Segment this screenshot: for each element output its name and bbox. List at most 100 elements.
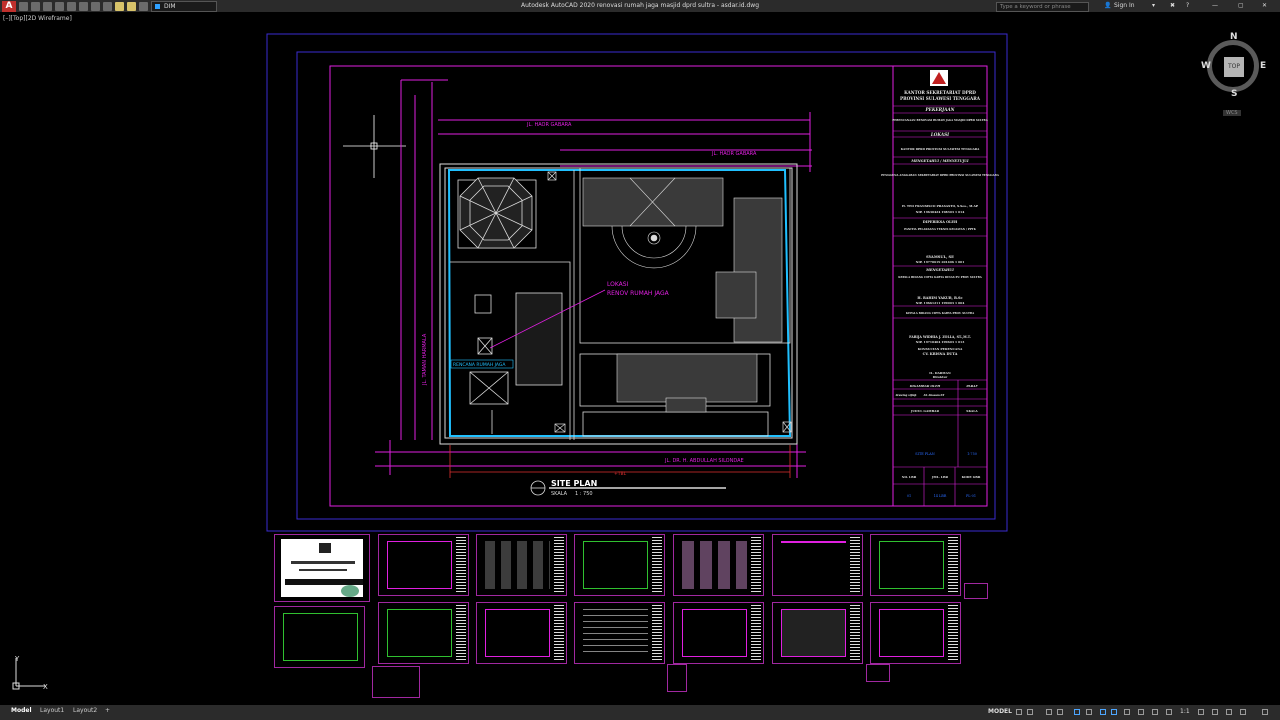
sheet-mini-4[interactable] [866, 664, 890, 682]
compass-south[interactable]: S [1231, 89, 1237, 99]
dynamic-input-icon[interactable] [1100, 709, 1106, 715]
user-icon[interactable]: 👤 [1104, 2, 1111, 9]
customize-menu-icon[interactable] [1262, 709, 1268, 715]
save-icon[interactable] [43, 1, 52, 11]
street-top-label-2: JL. HAOR GABARA [711, 151, 757, 157]
polar-icon[interactable] [1057, 709, 1063, 715]
workspace-gear-icon[interactable] [1198, 709, 1204, 715]
selection-cycling-icon[interactable] [1138, 709, 1144, 715]
share-icon[interactable] [103, 1, 112, 11]
app-menu-button[interactable]: A [2, 0, 16, 12]
dimension-text: +TBL [614, 471, 627, 477]
sheet-05[interactable] [673, 534, 764, 596]
tab-layout2[interactable]: Layout2 [73, 707, 97, 714]
plan-label: RENCANA RUMAH JAGA [453, 362, 506, 368]
tb-judul: JUDUL GAMBAR [910, 409, 939, 413]
quick-access-toolbar: A DIM [0, 0, 217, 12]
model-space-toggle[interactable]: MODEL [988, 708, 1012, 715]
sheet-08[interactable] [274, 606, 365, 668]
open-file-icon[interactable] [31, 1, 40, 11]
snap-icon[interactable] [1027, 709, 1033, 715]
minimize-button[interactable]: — [1212, 2, 1218, 9]
new-file-icon[interactable] [19, 1, 28, 11]
sheet-mini-3[interactable] [667, 664, 687, 692]
sheet-14[interactable] [870, 602, 961, 664]
tb-kode: KODE GBR [962, 475, 981, 479]
wcs-menu[interactable]: WCS [1223, 110, 1241, 116]
layer-dropdown[interactable]: DIM [151, 0, 217, 12]
tab-layout1[interactable]: Layout1 [40, 707, 64, 714]
lineweight-icon[interactable] [1111, 709, 1117, 715]
location-label: LOKASI [607, 281, 629, 288]
tb-konsultan: KONSULTAN PERENCANA [918, 347, 963, 351]
tb-name3: H. RAHIM YAKUB, B.Sc [917, 296, 962, 300]
print-icon[interactable] [67, 1, 76, 11]
exchange-icon[interactable]: ✖ [1170, 2, 1175, 9]
layer-on-icon[interactable] [115, 1, 124, 11]
clean-screen-icon[interactable] [1240, 709, 1246, 715]
sheet-09[interactable] [378, 602, 469, 664]
sheet-06[interactable] [772, 534, 863, 596]
viewcube[interactable]: TOP N S E W [1201, 32, 1266, 99]
sheet-12[interactable] [673, 602, 764, 664]
sheet-frame [296, 51, 996, 520]
ortho-icon[interactable] [1046, 709, 1052, 715]
otrack-icon[interactable] [1086, 709, 1092, 715]
layer-lock-icon[interactable] [139, 1, 148, 11]
tb-mengetahui2: MENGETAHUI [925, 268, 954, 272]
tb-drafter-label: drawing sijinji [896, 393, 917, 397]
sheet-13[interactable] [772, 602, 863, 664]
sheet-10[interactable] [476, 602, 567, 664]
save-as-icon[interactable] [55, 1, 64, 11]
viewcube-top-face[interactable]: TOP [1224, 57, 1244, 77]
sheet-mini-2[interactable] [372, 666, 420, 698]
tb-skala: SKALA [966, 409, 978, 413]
help-icon[interactable]: ? [1186, 2, 1189, 9]
undo-icon[interactable] [79, 1, 88, 11]
dropdown-icon[interactable]: ▾ [1152, 2, 1155, 9]
drawing-canvas[interactable]: LOKASI RENOV RUMAH JAGA RENCANA RUMAH JA… [0, 0, 1280, 705]
sheet-11[interactable] [574, 602, 665, 664]
viewport-controls-label[interactable]: [–][Top][2D Wireframe] [3, 15, 72, 22]
crosshair-cursor [343, 115, 406, 178]
transparency-icon[interactable] [1124, 709, 1130, 715]
compass-north[interactable]: N [1230, 32, 1238, 42]
tb-kepala2: KEPALA BIDANG CIPTA KARYA PROV. SULTRA [906, 311, 975, 315]
tb-office: KANTOR SEKRETARIAT DPRD [904, 90, 976, 95]
sheet-04[interactable] [574, 534, 665, 596]
tb-province: PROVINSI SULAWESI TENGGARA [900, 96, 981, 101]
isolate-objects-icon[interactable] [1226, 709, 1232, 715]
redo-icon[interactable] [91, 1, 100, 11]
rumah-jaga-plan [469, 337, 509, 434]
compass-east[interactable]: E [1260, 61, 1266, 71]
annotation-scale-value[interactable]: 1:1 [1180, 708, 1190, 715]
annotation-monitor-icon[interactable] [1212, 709, 1218, 715]
site-plan-caption: SITE PLAN SKALA 1 : 750 [530, 479, 726, 497]
tb-kepala: KEPALA BIDANG CIPTA KARYA DINAS PU PROV … [898, 275, 982, 279]
sheet-02[interactable] [378, 534, 469, 596]
close-button[interactable]: ✕ [1262, 2, 1267, 9]
street-bottom-label: JL. DR. H. ABDULLAH SILONDAE [664, 458, 744, 464]
tb-diperiksa: DIPERIKSA OLEH [923, 220, 958, 224]
annotation-visibility-icon[interactable] [1166, 709, 1172, 715]
add-layout-button[interactable]: + [105, 707, 110, 714]
layer-freeze-icon[interactable] [127, 1, 136, 11]
maximize-button[interactable]: ▢ [1238, 2, 1244, 9]
osnap-icon[interactable] [1074, 709, 1080, 715]
layer-name: DIM [164, 2, 176, 10]
sheet-07[interactable] [870, 534, 961, 596]
gazebo [457, 177, 537, 249]
search-input[interactable]: Type a keyword or phrase [996, 2, 1089, 12]
sheet-03[interactable] [476, 534, 567, 596]
sheet-mini-1[interactable] [964, 583, 988, 599]
compass-west[interactable]: W [1201, 61, 1211, 71]
sign-in-button[interactable]: Sign In [1114, 2, 1135, 9]
svg-text:Y: Y [14, 655, 20, 663]
site-plan-scale-label: SKALA [551, 491, 568, 497]
tb-nip4: NIP. 19710404 199603 1 013 [916, 340, 965, 344]
grid-icon[interactable] [1016, 709, 1022, 715]
annotation-scale-icon[interactable] [1152, 709, 1158, 715]
street-left-label: JL. TAMAN HARMALA [422, 333, 428, 386]
sheet-cover[interactable] [274, 534, 370, 602]
tab-model[interactable]: Model [11, 707, 32, 714]
